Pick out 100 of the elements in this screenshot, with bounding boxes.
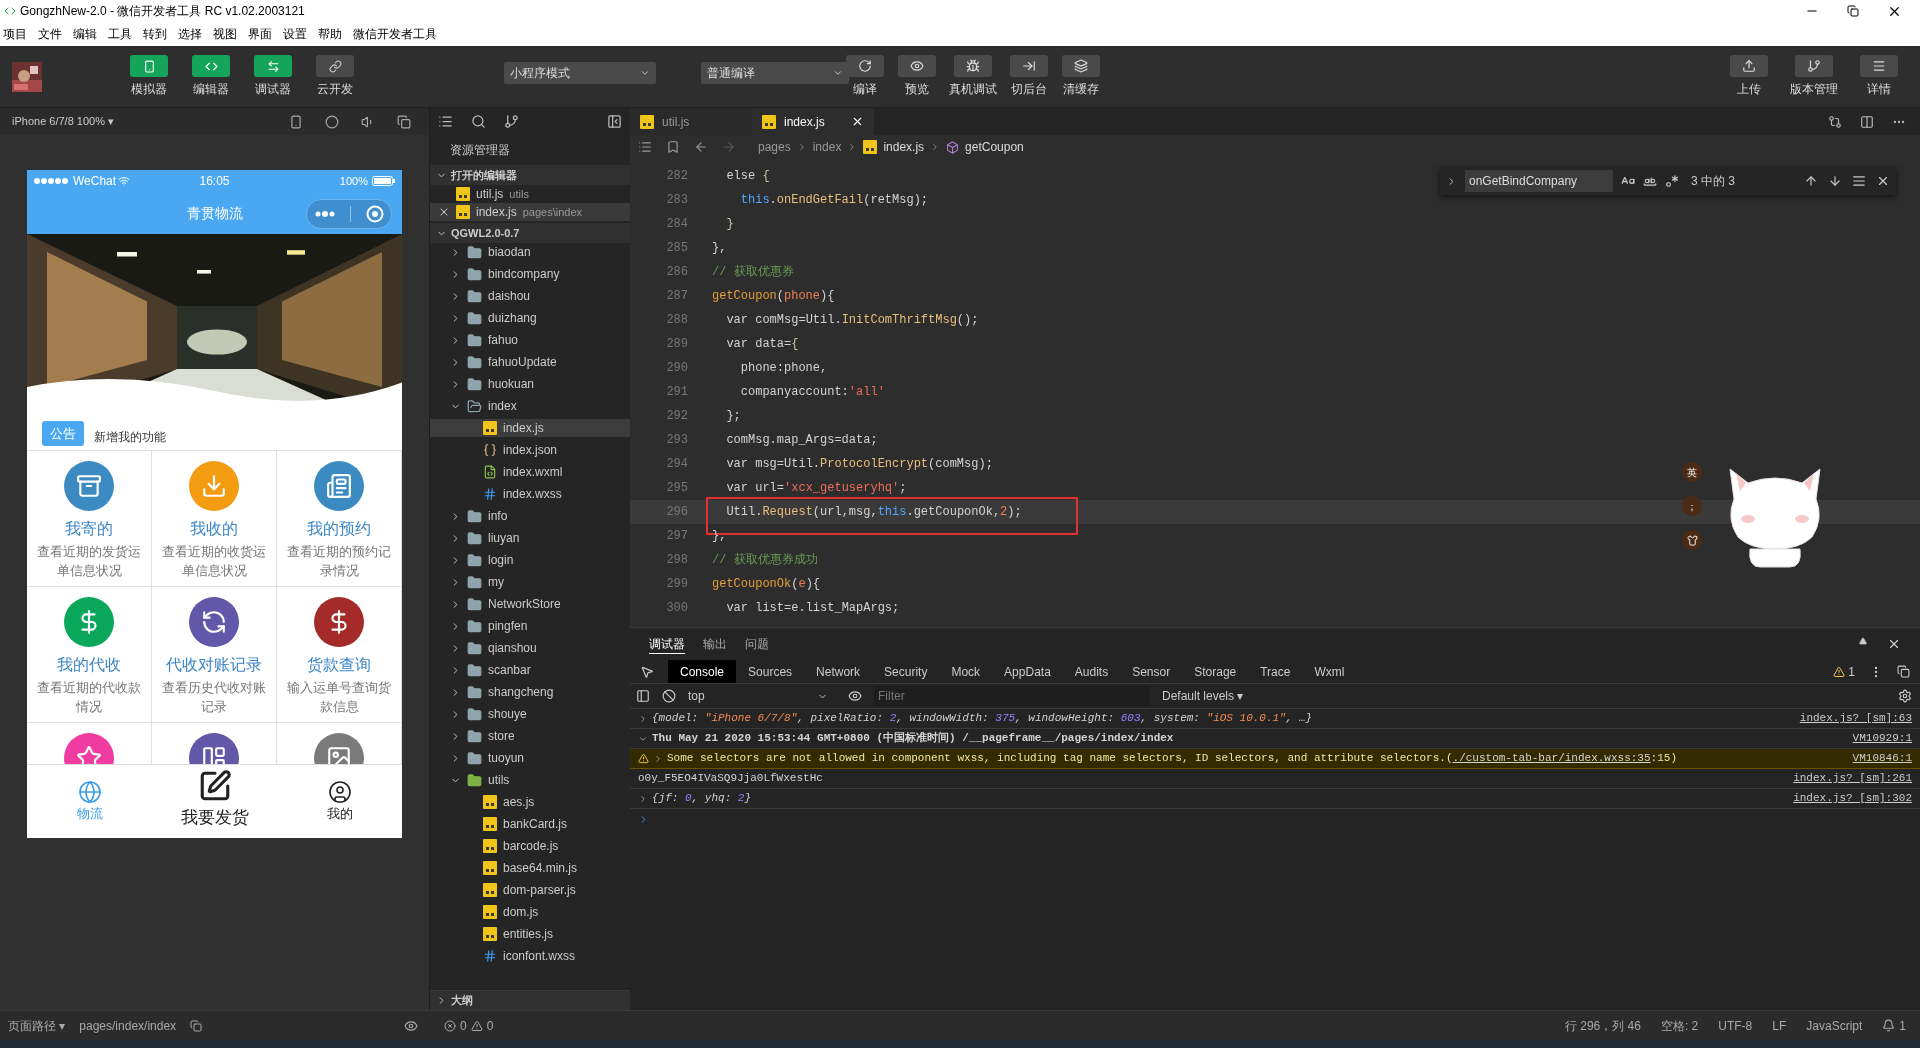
tree-item[interactable]: duizhang — [430, 309, 630, 327]
tab-bar-item[interactable]: 我的 — [277, 765, 402, 838]
menu-item[interactable]: 帮助 — [318, 25, 342, 43]
tree-item[interactable]: shouye — [430, 705, 630, 723]
devtools-tab[interactable]: Network — [804, 660, 873, 683]
open-editor-item[interactable]: util.js utils — [430, 185, 630, 203]
tree-item[interactable]: liuyan — [430, 529, 630, 547]
tab-bar-item[interactable]: 我要发货 — [152, 765, 277, 838]
tree-item[interactable]: tuoyun — [430, 749, 630, 767]
open-editor-item[interactable]: index.js pages\index — [430, 203, 630, 221]
section-header[interactable]: QGWL2.0-0.7 — [430, 223, 630, 243]
source-link[interactable]: index.js? [sm]:261 — [1793, 770, 1912, 787]
find-field[interactable]: onGetBindCompany — [1465, 170, 1613, 192]
feature-tile[interactable]: 代收对账记录 查看历史代收对账记录 — [152, 587, 277, 723]
devtools-tab[interactable]: Wxml — [1302, 660, 1357, 683]
tree-item[interactable]: entities.js — [430, 925, 630, 943]
breadcrumb-item[interactable]: index — [812, 138, 842, 156]
menu-item[interactable]: 工具 — [108, 25, 132, 43]
breadcrumb-item[interactable]: index.js — [883, 138, 925, 156]
tree-item[interactable]: biaodan — [430, 243, 630, 261]
tree-item[interactable]: aes.js — [430, 793, 630, 811]
tree-item[interactable]: index — [430, 397, 630, 415]
mode-dropdown[interactable]: 小程序模式 — [504, 62, 656, 84]
menu-item[interactable]: 文件 — [38, 25, 62, 43]
status-item[interactable]: 行 296，列 46 — [1564, 1016, 1641, 1035]
tree-item[interactable]: pingfen — [430, 617, 630, 635]
menu-item[interactable]: 转到 — [143, 25, 167, 43]
menu-item[interactable]: 项目 — [3, 25, 27, 43]
tree-item[interactable]: barcode.js — [430, 837, 630, 855]
menu-item[interactable]: 选择 — [178, 25, 202, 43]
tree-item[interactable]: bindcompany — [430, 265, 630, 283]
feature-tile[interactable]: 货款查询 输入运单号查询货款信息 — [277, 587, 402, 723]
source-link[interactable]: VM10846:1 — [1852, 750, 1912, 767]
source-link[interactable]: VM10929:1 — [1852, 730, 1912, 747]
tree-item[interactable]: dom-parser.js — [430, 881, 630, 899]
menu-item[interactable]: 微信开发者工具 — [353, 25, 437, 43]
log-levels-dropdown[interactable]: Default levels ▾ — [1162, 687, 1244, 705]
error-count[interactable]: 0 — [460, 1016, 467, 1035]
context-dropdown[interactable]: top — [688, 687, 828, 705]
tree-item[interactable]: base64.min.js — [430, 859, 630, 877]
tree-item[interactable]: index.wxml — [430, 463, 630, 481]
panel-tab[interactable]: 输出 — [703, 635, 727, 653]
devtools-tab[interactable]: AppData — [992, 660, 1063, 683]
status-item[interactable]: JavaScript — [1806, 1016, 1863, 1035]
editor-tab[interactable]: index.js — [752, 108, 874, 135]
section-header[interactable]: 打开的编辑器 — [430, 165, 630, 185]
devtools-tab[interactable]: Storage — [1182, 660, 1249, 683]
feature-tile[interactable]: 我收的 查看近期的收货运单信息状况 — [152, 451, 277, 587]
panel-tab[interactable]: 问题 — [745, 635, 769, 653]
page-path-dropdown[interactable]: 页面路径 ▾ — [8, 1016, 66, 1035]
status-item[interactable]: 空格: 2 — [1660, 1016, 1699, 1035]
filter-field[interactable]: Filter — [874, 686, 1150, 706]
tree-item[interactable]: daishou — [430, 287, 630, 305]
status-item[interactable]: UTF-8 — [1718, 1016, 1753, 1035]
tree-item[interactable]: store — [430, 727, 630, 745]
warning-count[interactable]: 1 — [1848, 662, 1855, 681]
menu-item[interactable]: 设置 — [283, 25, 307, 43]
devtools-tab[interactable]: Sources — [736, 660, 805, 683]
status-item[interactable]: LF — [1772, 1016, 1787, 1035]
menu-item[interactable]: 界面 — [248, 25, 272, 43]
source-link[interactable]: index.js? [sm]:63 — [1799, 710, 1912, 727]
devtools-tab[interactable]: Console — [668, 660, 737, 683]
devtools-tab[interactable]: Security — [872, 660, 940, 683]
tree-item[interactable]: NetworkStore — [430, 595, 630, 613]
breadcrumb-item[interactable]: getCoupon — [965, 138, 1024, 156]
tree-item[interactable]: bankCard.js — [430, 815, 630, 833]
warning-count[interactable]: 0 — [486, 1016, 494, 1035]
devtools-tab[interactable]: Trace — [1248, 660, 1303, 683]
feature-tile[interactable]: 我寄的 查看近期的发货运单信息状况 — [27, 451, 152, 587]
tree-item[interactable]: info — [430, 507, 630, 525]
feature-tile[interactable]: 我的预约 查看近期的预约记录情况 — [277, 451, 402, 587]
section-header[interactable]: 大纲 — [430, 990, 630, 1010]
panel-tab[interactable]: 调试器 — [649, 634, 685, 654]
tree-item[interactable]: qianshou — [430, 639, 630, 657]
tree-item[interactable]: index.wxss — [430, 485, 630, 503]
breadcrumb-item[interactable]: pages — [758, 138, 791, 156]
ime-bubble[interactable]: 英 — [1682, 462, 1702, 482]
tree-item[interactable]: scanbar — [430, 661, 630, 679]
tree-item[interactable]: shangcheng — [430, 683, 630, 701]
tree-item[interactable]: index.js — [430, 419, 630, 437]
tree-item[interactable]: my — [430, 573, 630, 591]
menu-item[interactable]: 编辑 — [73, 25, 97, 43]
compile-dropdown[interactable]: 普通编译 — [701, 62, 849, 84]
tree-item[interactable]: utils — [430, 771, 630, 789]
menu-item[interactable]: 视图 — [213, 25, 237, 43]
tree-item[interactable]: login — [430, 551, 630, 569]
tree-item[interactable]: iconfont.wxss — [430, 947, 630, 965]
devtools-tab[interactable]: Mock — [939, 660, 993, 683]
ime-bubble[interactable]: ； — [1682, 496, 1702, 516]
tree-item[interactable]: dom.js — [430, 903, 630, 921]
tree-item[interactable]: huokuan — [430, 375, 630, 393]
tree-item[interactable]: index.json — [430, 441, 630, 459]
devtools-tab[interactable]: Audits — [1062, 660, 1121, 683]
devtools-tab[interactable]: Sensor — [1120, 660, 1183, 683]
source-link[interactable]: index.js? [sm]:302 — [1793, 790, 1912, 807]
feature-tile[interactable]: 我的代收 查看近期的代收款情况 — [27, 587, 152, 723]
tree-item[interactable]: fahuo — [430, 331, 630, 349]
editor-tab[interactable]: util.js — [630, 108, 752, 135]
tree-item[interactable]: fahuoUpdate — [430, 353, 630, 371]
device-selector[interactable]: iPhone 6/7/8 100% ▾ — [12, 113, 115, 130]
